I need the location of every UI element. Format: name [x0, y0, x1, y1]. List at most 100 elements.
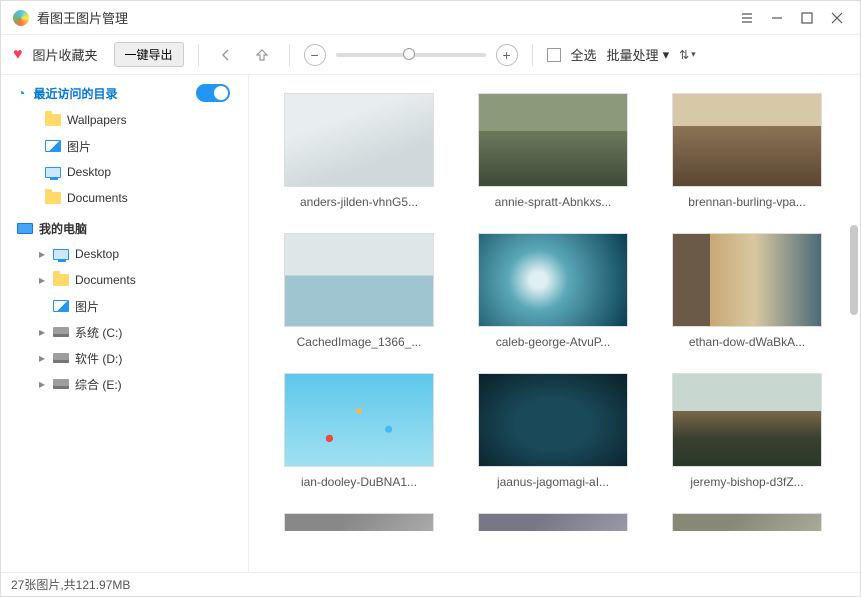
thumbnail-label: caleb-george-AtvuP... [496, 335, 611, 349]
export-button[interactable]: 一键导出 [114, 42, 184, 67]
monitor-icon [53, 249, 69, 260]
recent-toggle[interactable] [196, 84, 230, 102]
titlebar: 看图王图片管理 [1, 1, 860, 35]
app-title: 看图王图片管理 [37, 8, 128, 27]
sidebar-header-recent[interactable]: ◔ 最近访问的目录 [1, 79, 248, 107]
sidebar-item[interactable]: 图片 [1, 293, 248, 319]
thumbnail-image[interactable] [284, 233, 434, 327]
chevron-down-icon: ▾ [663, 47, 670, 63]
select-all-checkbox[interactable] [547, 48, 561, 62]
computer-icon [17, 223, 33, 234]
thumbnail-image[interactable] [478, 233, 628, 327]
thumbnail-card[interactable]: anders-jilden-vhnG5... [269, 93, 449, 209]
thumbnail-card[interactable]: ian-dooley-DuBNA1... [269, 373, 449, 489]
sidebar-item[interactable]: ▸ Desktop [1, 241, 248, 267]
sidebar-item-label: Desktop [75, 247, 119, 261]
mypc-header-label: 我的电脑 [39, 220, 87, 237]
main-panel: anders-jilden-vhnG5... annie-spratt-Abnkx… [249, 75, 860, 572]
thumbnail-card[interactable]: brennan-burling-vpa... [657, 93, 837, 209]
thumbnail-image[interactable] [672, 93, 822, 187]
close-button[interactable] [822, 3, 852, 33]
up-button[interactable] [249, 42, 275, 68]
maximize-button[interactable] [792, 3, 822, 33]
thumbnail-image[interactable] [284, 373, 434, 467]
expander-icon[interactable]: ▸ [37, 377, 47, 391]
minimize-button[interactable] [762, 3, 792, 33]
thumbnail-grid: anders-jilden-vhnG5... annie-spratt-Abnkx… [269, 93, 850, 531]
separator [532, 44, 533, 66]
favorites-label[interactable]: 图片收藏夹 [33, 45, 98, 64]
sidebar-item[interactable]: ▸ Documents [1, 267, 248, 293]
zoom-slider[interactable] [336, 53, 486, 57]
body: ◔ 最近访问的目录 Wallpapers 图片 Desktop Documents 我… [1, 75, 860, 572]
thumbnail-card[interactable] [463, 513, 643, 531]
sidebar-item[interactable]: ▸ 综合 (E:) [1, 371, 248, 397]
thumbnail-card[interactable]: CachedImage_1366_... [269, 233, 449, 349]
disk-icon [53, 353, 69, 363]
thumbnail-label: jeremy-bishop-d3fZ... [690, 475, 803, 489]
disk-icon [53, 379, 69, 389]
thumbnail-card[interactable]: caleb-george-AtvuP... [463, 233, 643, 349]
thumbnail-card[interactable]: jeremy-bishop-d3fZ... [657, 373, 837, 489]
thumbnail-image[interactable] [672, 513, 822, 531]
folder-icon [53, 274, 69, 286]
menu-button[interactable] [732, 3, 762, 33]
monitor-icon [45, 167, 61, 178]
thumbnail-image[interactable] [478, 513, 628, 531]
separator [289, 44, 290, 66]
sidebar-item-label: 系统 (C:) [75, 324, 122, 341]
thumbnail-label: ethan-dow-dWaBkA... [689, 335, 805, 349]
status-bar: 27张图片,共121.97MB [1, 572, 860, 596]
zoom-slider-thumb[interactable] [403, 48, 415, 60]
sidebar-item-label: 图片 [67, 138, 91, 155]
sidebar-header-mypc[interactable]: 我的电脑 [1, 215, 248, 241]
thumbnail-label: annie-spratt-Abnkxs... [495, 195, 612, 209]
zoom-in-button[interactable]: + [496, 44, 518, 66]
thumbnail-image[interactable] [672, 373, 822, 467]
clock-icon: ◔ [17, 85, 25, 101]
thumbnail-label: jaanus-jagomagi-aI... [497, 475, 609, 489]
sidebar-item-label: 综合 (E:) [75, 376, 122, 393]
sidebar-item[interactable]: Desktop [1, 159, 248, 185]
sidebar-item-label: Documents [75, 273, 136, 287]
picture-icon [53, 300, 69, 312]
sidebar-item-label: Wallpapers [67, 113, 127, 127]
thumbnail-image[interactable] [478, 93, 628, 187]
expander-icon[interactable]: ▸ [37, 325, 47, 339]
select-all-label: 全选 [571, 45, 597, 64]
batch-process-dropdown[interactable]: 批量处理▾ [607, 45, 670, 64]
thumbnail-card[interactable]: jaanus-jagomagi-aI... [463, 373, 643, 489]
thumbnail-card[interactable] [269, 513, 449, 531]
thumbnail-card[interactable]: ethan-dow-dWaBkA... [657, 233, 837, 349]
sort-button[interactable]: ⇅ ▾ [679, 48, 699, 62]
thumbnail-image[interactable] [284, 513, 434, 531]
recent-header-label: 最近访问的目录 [33, 85, 117, 102]
expander-icon[interactable]: ▸ [37, 351, 47, 365]
folder-icon [45, 114, 61, 126]
expander-icon[interactable]: ▸ [37, 273, 47, 287]
disk-icon [53, 327, 69, 337]
thumbnail-image[interactable] [284, 93, 434, 187]
thumbnail-card[interactable] [657, 513, 837, 531]
expander-icon[interactable]: ▸ [37, 247, 47, 261]
thumbnail-label: brennan-burling-vpa... [688, 195, 805, 209]
chevron-down-icon: ▾ [691, 49, 696, 60]
heart-icon: ♥ [13, 46, 23, 64]
app-icon [13, 10, 29, 26]
sidebar-item-label: Desktop [67, 165, 111, 179]
sidebar-item[interactable]: 图片 [1, 133, 248, 159]
sidebar-item[interactable]: ▸软件 (D:) [1, 345, 248, 371]
thumbnail-card[interactable]: annie-spratt-Abnkxs... [463, 93, 643, 209]
sidebar-item[interactable]: ▸ 系统 (C:) [1, 319, 248, 345]
thumbnail-label: ian-dooley-DuBNA1... [301, 475, 417, 489]
thumbnail-image[interactable] [478, 373, 628, 467]
zoom-out-button[interactable]: − [304, 44, 326, 66]
thumbnail-image[interactable] [672, 233, 822, 327]
picture-icon [45, 140, 61, 152]
vertical-scrollbar[interactable] [850, 225, 858, 315]
back-button[interactable] [213, 42, 239, 68]
sidebar-item[interactable]: Wallpapers [1, 107, 248, 133]
sidebar: ◔ 最近访问的目录 Wallpapers 图片 Desktop Documents 我… [1, 75, 249, 572]
sidebar-item[interactable]: Documents [1, 185, 248, 211]
thumbnail-label: anders-jilden-vhnG5... [300, 195, 418, 209]
